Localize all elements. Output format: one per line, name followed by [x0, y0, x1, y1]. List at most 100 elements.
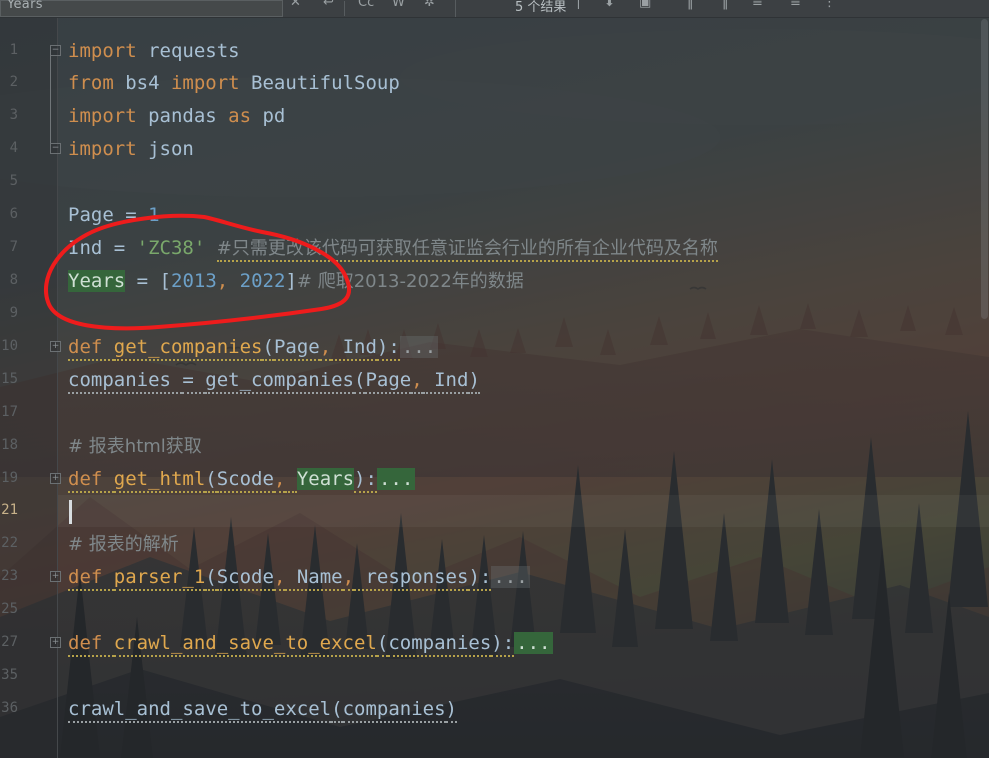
code-line[interactable]: import requests — [68, 35, 240, 67]
code-token: ] — [285, 270, 297, 292]
code-token: responses — [354, 566, 469, 591]
code-token: = — [136, 270, 160, 292]
code-token: ): — [468, 566, 492, 591]
match-case-icon[interactable]: Cc — [358, 0, 374, 10]
code-token: import — [170, 72, 240, 94]
code-line[interactable]: def parser_1(Scode, Name, responses):... — [68, 561, 530, 593]
toolbar-divider — [344, 1, 345, 16]
close-icon[interactable]: ✕ — [290, 0, 301, 10]
code-token: companies — [68, 369, 183, 394]
code-token — [285, 468, 297, 493]
code-token: Ind — [422, 369, 469, 394]
code-token: Scode — [216, 468, 274, 493]
code-token: get_companies — [113, 336, 263, 361]
code-token: import — [68, 40, 137, 62]
code-line[interactable]: def get_html(Scode, Years):... — [68, 463, 416, 495]
code-token: from — [68, 72, 114, 94]
code-token: 'ZC38' — [136, 237, 206, 259]
code-token: ( — [376, 632, 389, 657]
code-content[interactable]: import requests from bs4 import Beautiful… — [0, 17, 989, 758]
code-token: def — [68, 468, 114, 493]
code-token: , — [273, 566, 286, 591]
code-token: , — [273, 468, 286, 493]
code-token: json — [136, 138, 194, 160]
search-input-value: Years — [7, 0, 43, 12]
code-token: ): — [491, 632, 515, 657]
code-token: BeautifulSoup — [239, 72, 400, 94]
code-token: , — [319, 336, 332, 361]
code-token: ... — [514, 632, 553, 654]
code-token: companies — [342, 698, 446, 723]
code-token: Name — [285, 566, 343, 591]
code-token: def — [68, 566, 114, 591]
code-token: parser_1 — [113, 566, 206, 591]
code-token: = — [125, 204, 149, 226]
code-token: Ind — [68, 237, 114, 259]
code-token: pd — [251, 105, 286, 127]
group-icon[interactable]: ≡ — [752, 0, 763, 10]
code-token: get_companies — [205, 369, 354, 394]
code-token: , — [411, 369, 423, 394]
code-token: ( — [205, 566, 217, 591]
open-in-window-icon[interactable]: ▣ — [639, 0, 651, 10]
code-token: ... — [376, 468, 416, 490]
select-all-icon[interactable]: ❘ — [573, 0, 584, 10]
code-token: = — [113, 237, 137, 259]
code-line[interactable]: import json — [68, 133, 194, 165]
code-line[interactable]: # 报表html获取 — [68, 430, 202, 462]
code-editor[interactable]: 1−2 3 4−5 6 7 8 9 10 +15 17 18 19 +21 22 23 +25 27 +35 36 … — [0, 17, 989, 758]
code-token: ): — [354, 468, 377, 493]
code-line[interactable]: # 报表的解析 — [68, 528, 179, 560]
code-token: ( — [331, 698, 343, 723]
code-line[interactable]: import pandas as pd — [68, 100, 285, 132]
find-toolbar: Years 5 个结果 ✕ ↩ Cc W ✲ ❘ ⬇ ▣ ‖ ‖ ≡ ≡ ⋮ — [0, 0, 989, 18]
code-token: crawl_and_save_to_excel — [68, 698, 332, 723]
code-token: def — [68, 336, 114, 361]
filter-icon[interactable]: ⬇ — [604, 0, 615, 10]
code-token: , — [216, 270, 229, 292]
code-token: Ind — [331, 336, 377, 361]
code-token: requests — [136, 40, 240, 62]
code-token: # 爬取2013-2022年的数据 — [296, 271, 524, 292]
code-token: 1 — [148, 204, 160, 226]
code-token: 2022 — [239, 270, 286, 292]
code-token: pandas — [136, 105, 229, 127]
code-token: ... — [399, 336, 439, 358]
code-token: get_html — [113, 468, 206, 493]
code-line[interactable]: companies = get_companies(Page, Ind) — [68, 364, 480, 396]
code-token: ( — [205, 468, 217, 493]
preview-icon[interactable]: ‖ — [687, 0, 694, 10]
code-line[interactable]: def get_companies(Page, Ind):... — [68, 331, 439, 363]
sort-icon[interactable]: ≡ — [790, 0, 801, 10]
code-token: Page — [68, 204, 126, 226]
result-count-label: 5 个结果 — [515, 0, 567, 15]
regex-icon[interactable]: ✲ — [424, 0, 435, 10]
code-line[interactable]: Page = 1 — [68, 199, 160, 231]
scope-icon[interactable]: ‖ — [722, 0, 729, 10]
code-token: ) — [445, 698, 457, 723]
code-line[interactable]: from bs4 import BeautifulSoup — [68, 67, 400, 99]
code-line[interactable]: Years = [2013, 2022]# 爬取2013-2022年的数据 — [68, 265, 524, 297]
code-token: , — [342, 566, 355, 591]
code-line[interactable]: crawl_and_save_to_excel(companies) — [68, 693, 457, 725]
code-token: 2013 — [171, 270, 217, 292]
more-icon[interactable]: ⋮ — [823, 0, 836, 10]
code-line[interactable]: def crawl_and_save_to_excel(companies):.… — [68, 627, 553, 659]
words-icon[interactable]: W — [392, 0, 405, 10]
code-token: #只需更改该代码可获取任意证监会行业的所有企业代码及名称 — [216, 238, 718, 262]
code-token: bs4 — [113, 72, 171, 94]
code-token: companies — [388, 632, 492, 657]
code-token: Page — [273, 336, 320, 361]
code-token: Page — [365, 369, 412, 394]
code-token: ) — [468, 369, 480, 394]
code-token: Years — [296, 468, 355, 490]
code-token: crawl_and_save_to_excel — [113, 632, 377, 657]
history-icon[interactable]: ↩ — [323, 0, 334, 10]
code-token: ): — [376, 336, 400, 361]
code-token: as — [228, 105, 252, 127]
code-token: Scode — [216, 566, 274, 591]
search-input[interactable]: Years — [0, 0, 283, 17]
code-line[interactable]: Ind = 'ZC38' #只需更改该代码可获取任意证监会行业的所有企业代码及名… — [68, 232, 718, 264]
